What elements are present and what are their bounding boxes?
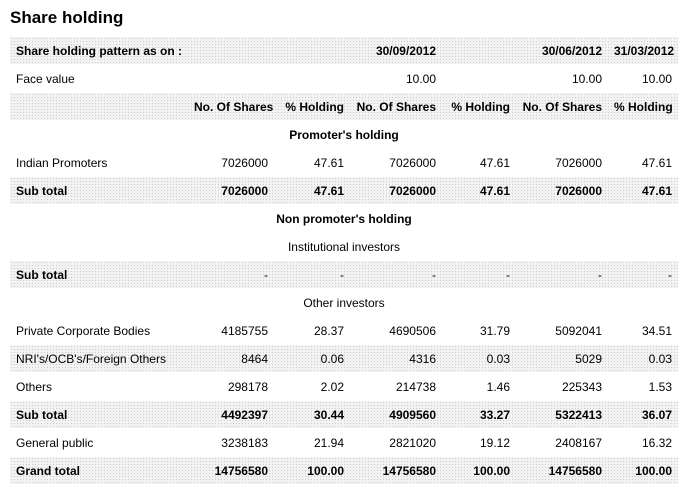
page-title: Share holding	[10, 8, 124, 27]
column-header: % Holding	[442, 92, 516, 121]
share-holding-table: Share holding pattern as on : 30/09/2012…	[10, 37, 678, 485]
column-header-row: No. Of Shares % Holding No. Of Shares % …	[10, 92, 678, 121]
column-header: % Holding	[608, 92, 678, 121]
date-col-3: 31/03/2012	[608, 37, 678, 65]
column-header: No. Of Shares	[350, 92, 442, 121]
table-row-subtotal-other: Sub total 4492397 30.44 4909560 33.27 53…	[10, 400, 678, 429]
face-value-3: 10.00	[608, 64, 678, 93]
table-row-subtotal-institutional: Sub total - - - - - -	[10, 260, 678, 289]
table-row-others: Others 298178 2.02 214738 1.46 225343 1.…	[10, 372, 678, 401]
section-header-institutional: Institutional investors	[10, 232, 678, 261]
date-col-2: 30/06/2012	[516, 37, 608, 65]
table-row-nri: NRI's/OCB's/Foreign Others 8464 0.06 431…	[10, 344, 678, 373]
column-header: % Holding	[274, 92, 350, 121]
column-header: No. Of Shares	[188, 92, 274, 121]
table-row-grand-total: Grand total 14756580 100.00 14756580 100…	[10, 456, 678, 485]
face-value-1: 10.00	[350, 64, 442, 93]
date-col-1: 30/09/2012	[350, 37, 442, 65]
face-value-label: Face value	[10, 64, 188, 93]
face-value-2: 10.00	[516, 64, 608, 93]
table-row-private-corporate: Private Corporate Bodies 4185755 28.37 4…	[10, 316, 678, 345]
table-row-general-public: General public 3238183 21.94 2821020 19.…	[10, 428, 678, 457]
table-row-subtotal-promoter: Sub total 7026000 47.61 7026000 47.61 70…	[10, 176, 678, 205]
section-header-non-promoter: Non promoter's holding	[10, 204, 678, 233]
pattern-label: Share holding pattern as on :	[10, 37, 188, 65]
face-value-row: Face value 10.00 10.00 10.00	[10, 64, 678, 93]
column-header: No. Of Shares	[516, 92, 608, 121]
pattern-date-row: Share holding pattern as on : 30/09/2012…	[10, 37, 678, 65]
section-header-other: Other investors	[10, 288, 678, 317]
section-header-promoter: Promoter's holding	[10, 120, 678, 149]
table-row-indian-promoters: Indian Promoters 7026000 47.61 7026000 4…	[10, 148, 678, 177]
